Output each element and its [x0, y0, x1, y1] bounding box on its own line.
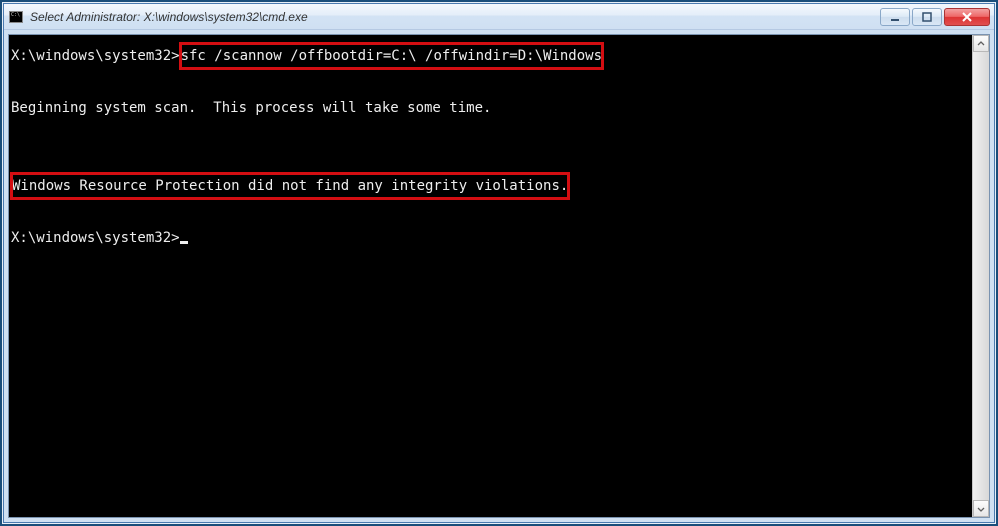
- maximize-button[interactable]: [912, 8, 942, 26]
- blank-line: [11, 69, 970, 95]
- scroll-up-button[interactable]: [973, 35, 989, 52]
- minimize-icon: [890, 12, 900, 22]
- vertical-scrollbar[interactable]: [972, 35, 989, 517]
- result-highlighted: Windows Resource Protection did not find…: [11, 173, 569, 199]
- minimize-button[interactable]: [880, 8, 910, 26]
- scroll-thumb[interactable]: [973, 52, 989, 500]
- titlebar[interactable]: Select Administrator: X:\windows\system3…: [4, 4, 994, 30]
- prompt-text: X:\windows\system32>: [11, 230, 180, 246]
- command-highlighted: sfc /scannow /offbootdir=C:\ /offwindir=…: [180, 43, 603, 69]
- blank-line: [11, 199, 970, 225]
- maximize-icon: [922, 12, 932, 22]
- cmd-icon: [8, 9, 24, 25]
- chevron-down-icon: [977, 505, 985, 513]
- scan-begin-line: Beginning system scan. This process will…: [11, 95, 970, 121]
- outer-frame: Select Administrator: X:\windows\system3…: [0, 0, 998, 526]
- close-button[interactable]: [944, 8, 990, 26]
- cursor: [180, 241, 188, 244]
- close-icon: [961, 12, 973, 22]
- window-title: Select Administrator: X:\windows\system3…: [30, 10, 880, 24]
- prompt-text: X:\windows\system32>: [11, 48, 180, 64]
- chevron-up-icon: [977, 40, 985, 48]
- terminal-output[interactable]: X:\windows\system32>sfc /scannow /offboo…: [9, 35, 972, 517]
- app-window: Select Administrator: X:\windows\system3…: [3, 3, 995, 523]
- window-controls: [880, 8, 990, 26]
- blank-line: [11, 121, 970, 147]
- blank-line: [11, 147, 970, 173]
- scroll-down-button[interactable]: [973, 500, 989, 517]
- scroll-track[interactable]: [973, 52, 989, 500]
- client-area: X:\windows\system32>sfc /scannow /offboo…: [8, 34, 990, 518]
